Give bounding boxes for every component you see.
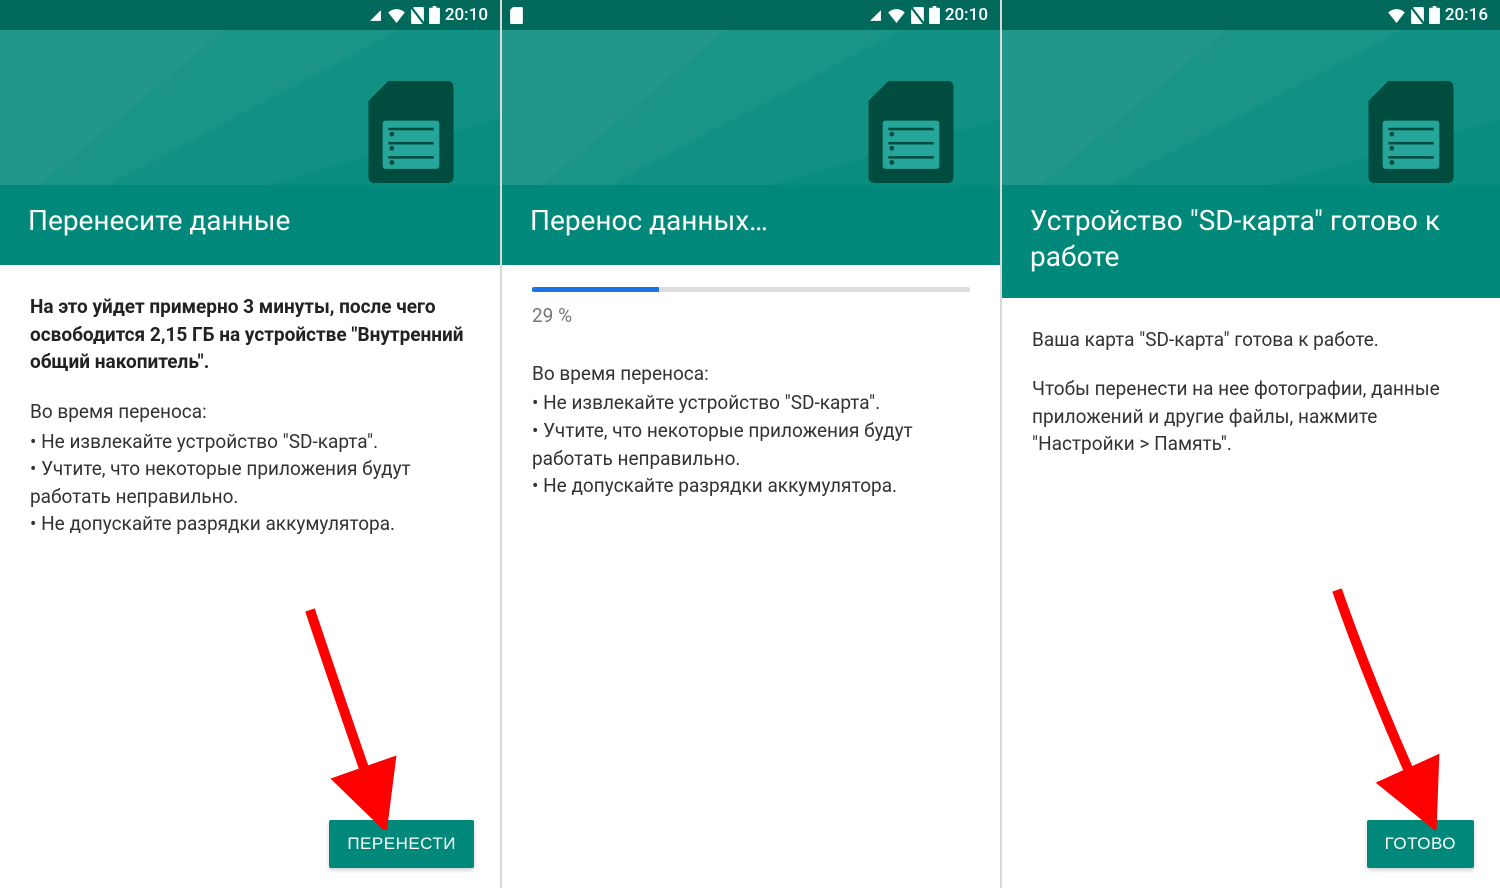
- status-bar: 20:10: [502, 0, 1000, 30]
- hero-illustration: [0, 30, 500, 185]
- progress-bar: [532, 287, 970, 292]
- battery-icon: [429, 6, 440, 24]
- screen-1: 20:10 Перенесите данные На это уйдет при…: [0, 0, 500, 888]
- wifi-icon: [1387, 8, 1406, 23]
- wifi-icon: [387, 8, 406, 23]
- wifi-icon: [887, 8, 906, 23]
- status-time: 20:16: [1445, 5, 1488, 25]
- content-area: Ваша карта "SD-карта" готова к работе. Ч…: [1002, 298, 1500, 888]
- progress-block: 29 %: [532, 287, 970, 330]
- title-bar: Перенос данных…: [502, 185, 1000, 265]
- page-title: Перенесите данные: [28, 203, 472, 239]
- status-bar: 20:16: [1002, 0, 1500, 30]
- progress-fill: [532, 287, 659, 292]
- screen-2: 20:10 Перенос данных…: [500, 0, 1000, 888]
- hero-illustration: [502, 30, 1000, 185]
- status-time: 20:10: [945, 5, 988, 25]
- battery-icon: [929, 6, 940, 24]
- hero-illustration: [1002, 30, 1500, 185]
- title-bar: Устройство "SD-карта" готово к работе: [1002, 185, 1500, 298]
- no-sim-icon: [411, 7, 424, 24]
- status-time: 20:10: [445, 5, 488, 25]
- transfer-button[interactable]: ПЕРЕНЕСТИ: [329, 820, 474, 868]
- content-area: На это уйдет примерно 3 минуты, после че…: [0, 265, 500, 888]
- no-sim-icon: [911, 7, 924, 24]
- screen-3: 20:16 Устройство "SD-карта" готово к раб…: [1000, 0, 1500, 888]
- subhead: Во время переноса:: [30, 398, 470, 426]
- progress-label: 29 %: [532, 302, 970, 330]
- page-title: Устройство "SD-карта" готово к работе: [1030, 203, 1472, 276]
- bullet: • Не допускайте разрядки аккумулятора.: [30, 510, 470, 538]
- signal-triangle-icon: [869, 9, 882, 22]
- bullet: • Учтите, что некоторые приложения будут…: [532, 417, 970, 472]
- bullet: • Не извлекайте устройство "SD-карта".: [30, 428, 470, 456]
- paragraph: Чтобы перенести на нее фотографии, данны…: [1032, 375, 1470, 458]
- subhead: Во время переноса:: [532, 360, 970, 388]
- done-button[interactable]: ГОТОВО: [1367, 820, 1474, 868]
- sd-card-icon: [368, 81, 454, 185]
- bullet: • Не допускайте разрядки аккумулятора.: [532, 472, 970, 500]
- sd-card-status-icon: [510, 7, 523, 24]
- sd-card-icon: [1368, 81, 1454, 185]
- status-bar: 20:10: [0, 0, 500, 30]
- content-area: 29 % Во время переноса: • Не извлекайте …: [502, 265, 1000, 888]
- title-bar: Перенесите данные: [0, 185, 500, 265]
- paragraph: Ваша карта "SD-карта" готова к работе.: [1032, 326, 1470, 354]
- battery-icon: [1429, 6, 1440, 24]
- bullet: • Не извлекайте устройство "SD-карта".: [532, 389, 970, 417]
- page-title: Перенос данных…: [530, 203, 972, 239]
- lead-text: На это уйдет примерно 3 минуты, после че…: [30, 293, 470, 376]
- bullet: • Учтите, что некоторые приложения будут…: [30, 455, 470, 510]
- no-sim-icon: [1411, 7, 1424, 24]
- signal-triangle-icon: [369, 9, 382, 22]
- sd-card-icon: [868, 81, 954, 185]
